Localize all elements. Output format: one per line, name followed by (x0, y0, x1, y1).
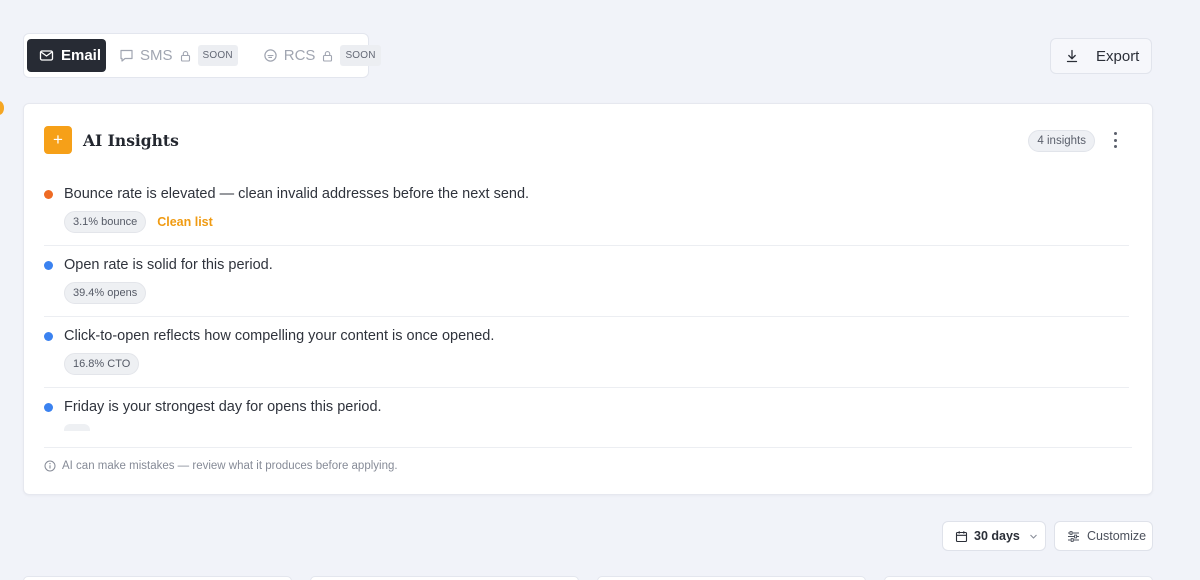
date-range-select[interactable]: 30 days (942, 521, 1046, 551)
status-dot (44, 403, 53, 412)
list-item: Open rate is solid for this period. 39.4… (44, 246, 1129, 317)
more-options-icon[interactable] (1108, 131, 1122, 149)
list-item: Click-to-open reflects how compelling yo… (44, 317, 1129, 388)
soon-badge: SOON (197, 45, 238, 66)
status-dot (44, 190, 53, 199)
insights-count-badge: 4 insights (1028, 130, 1095, 152)
metric-card (884, 576, 1153, 580)
info-icon (44, 460, 56, 472)
sliders-icon (1067, 530, 1080, 543)
metric-chip: 39.4% opens (64, 282, 147, 304)
insights-list[interactable]: Bounce rate is elevated — clean invalid … (24, 175, 1129, 431)
plus-icon: + (44, 126, 72, 154)
tab-sms-label: SMS (140, 47, 173, 64)
metric-card (597, 576, 866, 580)
channel-tabs: Email SMS SOON RCS SOON (23, 33, 381, 78)
tab-rcs[interactable]: RCS SOON (263, 39, 381, 72)
soon-badge: SOON (340, 45, 381, 66)
disclaimer-text: AI can make mistakes — review what it pr… (62, 459, 398, 472)
calendar-icon (955, 530, 968, 543)
lock-icon (322, 50, 333, 62)
tab-sms[interactable]: SMS SOON (119, 39, 238, 72)
tab-rcs-label: RCS (283, 47, 316, 64)
insight-text: Bounce rate is elevated — clean invalid … (64, 186, 530, 202)
metric-chip (64, 424, 90, 431)
date-range-label: 30 days (974, 529, 1020, 543)
edge-indicator (0, 101, 4, 115)
export-button[interactable]: Export (1050, 38, 1152, 74)
metric-card (23, 576, 292, 580)
status-dot (44, 261, 53, 270)
customize-label: Customize (1087, 529, 1147, 543)
ai-insights-card: + AI Insights 4 insights Bounce rate is … (23, 103, 1153, 495)
list-item: Friday is your strongest day for opens t… (44, 388, 1129, 431)
lock-icon (180, 50, 191, 62)
insight-text: Click-to-open reflects how compelling yo… (64, 328, 495, 344)
clean-list-link[interactable]: Clean list (157, 215, 213, 229)
tab-email[interactable]: Email (27, 39, 106, 72)
customize-button[interactable]: Customize (1054, 521, 1153, 551)
card-header: + AI Insights (44, 126, 179, 154)
chat-bubble-icon (119, 48, 134, 63)
metric-card (310, 576, 579, 580)
status-dot (44, 332, 53, 341)
insight-text: Open rate is solid for this period. (64, 257, 273, 273)
rcs-bubble-icon (263, 48, 278, 63)
list-item: Bounce rate is elevated — clean invalid … (44, 175, 1129, 246)
export-label: Export (1096, 47, 1140, 65)
insight-text: Friday is your strongest day for opens t… (64, 399, 382, 415)
download-icon (1065, 49, 1079, 63)
mail-icon (39, 48, 54, 63)
metric-chip: 3.1% bounce (64, 211, 147, 233)
tab-email-label: Email (61, 47, 102, 64)
card-title: AI Insights (83, 130, 179, 150)
chevron-down-icon (1029, 532, 1038, 541)
ai-disclaimer: AI can make mistakes — review what it pr… (44, 447, 1132, 477)
metric-chip: 16.8% CTO (64, 353, 140, 375)
